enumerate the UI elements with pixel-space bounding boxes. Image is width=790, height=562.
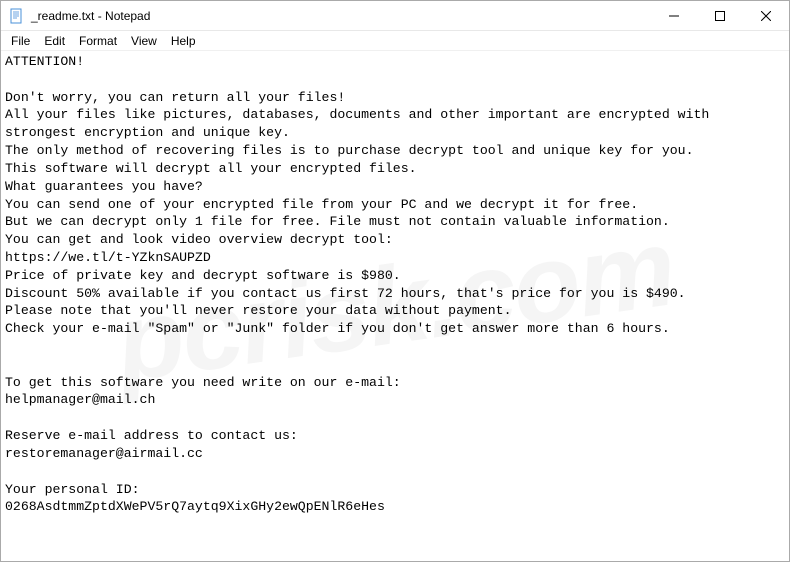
titlebar: _readme.txt - Notepad (1, 1, 789, 31)
menu-edit[interactable]: Edit (38, 33, 71, 49)
menubar: File Edit Format View Help (1, 31, 789, 51)
window-title: _readme.txt - Notepad (31, 9, 150, 23)
menu-file[interactable]: File (5, 33, 36, 49)
document-text: ATTENTION! Don't worry, you can return a… (5, 54, 717, 514)
close-button[interactable] (743, 1, 789, 30)
notepad-window: _readme.txt - Notepad File Edit Format V… (0, 0, 790, 562)
maximize-button[interactable] (697, 1, 743, 30)
menu-help[interactable]: Help (165, 33, 202, 49)
text-area[interactable]: pcrisk.comATTENTION! Don't worry, you ca… (1, 51, 789, 561)
menu-format[interactable]: Format (73, 33, 123, 49)
window-controls (651, 1, 789, 30)
titlebar-left: _readme.txt - Notepad (1, 8, 150, 24)
notepad-icon (9, 8, 25, 24)
menu-view[interactable]: View (125, 33, 163, 49)
minimize-button[interactable] (651, 1, 697, 30)
